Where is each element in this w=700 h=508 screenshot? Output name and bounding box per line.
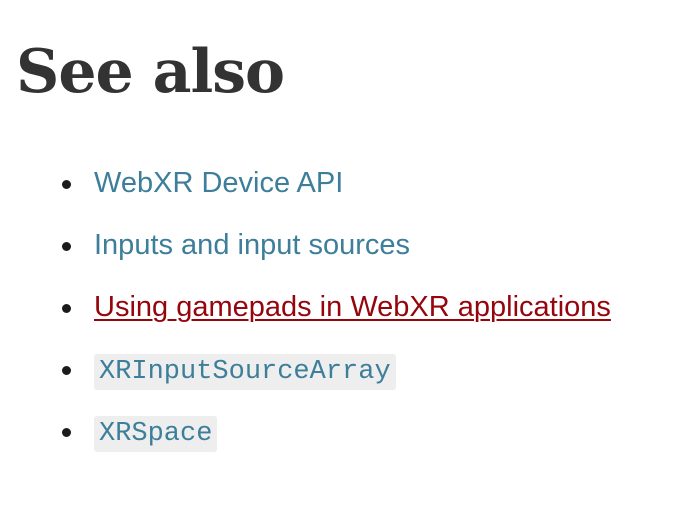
bullet-icon	[62, 366, 71, 375]
bullet-icon	[62, 304, 71, 313]
code-xrinputsourcearray: XRInputSourceArray	[94, 354, 396, 390]
list-item: XRSpace	[0, 400, 611, 462]
list-item: WebXR Device API	[0, 152, 611, 214]
bullet-icon	[62, 180, 71, 189]
section-heading: See also	[16, 37, 285, 107]
code-xrspace: XRSpace	[94, 416, 218, 452]
link-webxr-device-api[interactable]: WebXR Device API	[94, 152, 343, 214]
see-also-section: See also WebXR Device API Inputs and inp…	[0, 0, 700, 508]
list-item: Inputs and input sources	[0, 214, 611, 276]
link-using-gamepads[interactable]: Using gamepads in WebXR applications	[94, 276, 611, 338]
link-xrspace[interactable]: XRSpace	[94, 400, 218, 462]
bullet-icon	[62, 242, 71, 251]
bullet-icon	[62, 428, 71, 437]
list-item: Using gamepads in WebXR applications	[0, 276, 611, 338]
see-also-list: WebXR Device API Inputs and input source…	[0, 152, 611, 462]
list-item: XRInputSourceArray	[0, 338, 611, 400]
link-xrinputsourcearray[interactable]: XRInputSourceArray	[94, 338, 396, 400]
link-inputs-and-input-sources[interactable]: Inputs and input sources	[94, 214, 410, 276]
